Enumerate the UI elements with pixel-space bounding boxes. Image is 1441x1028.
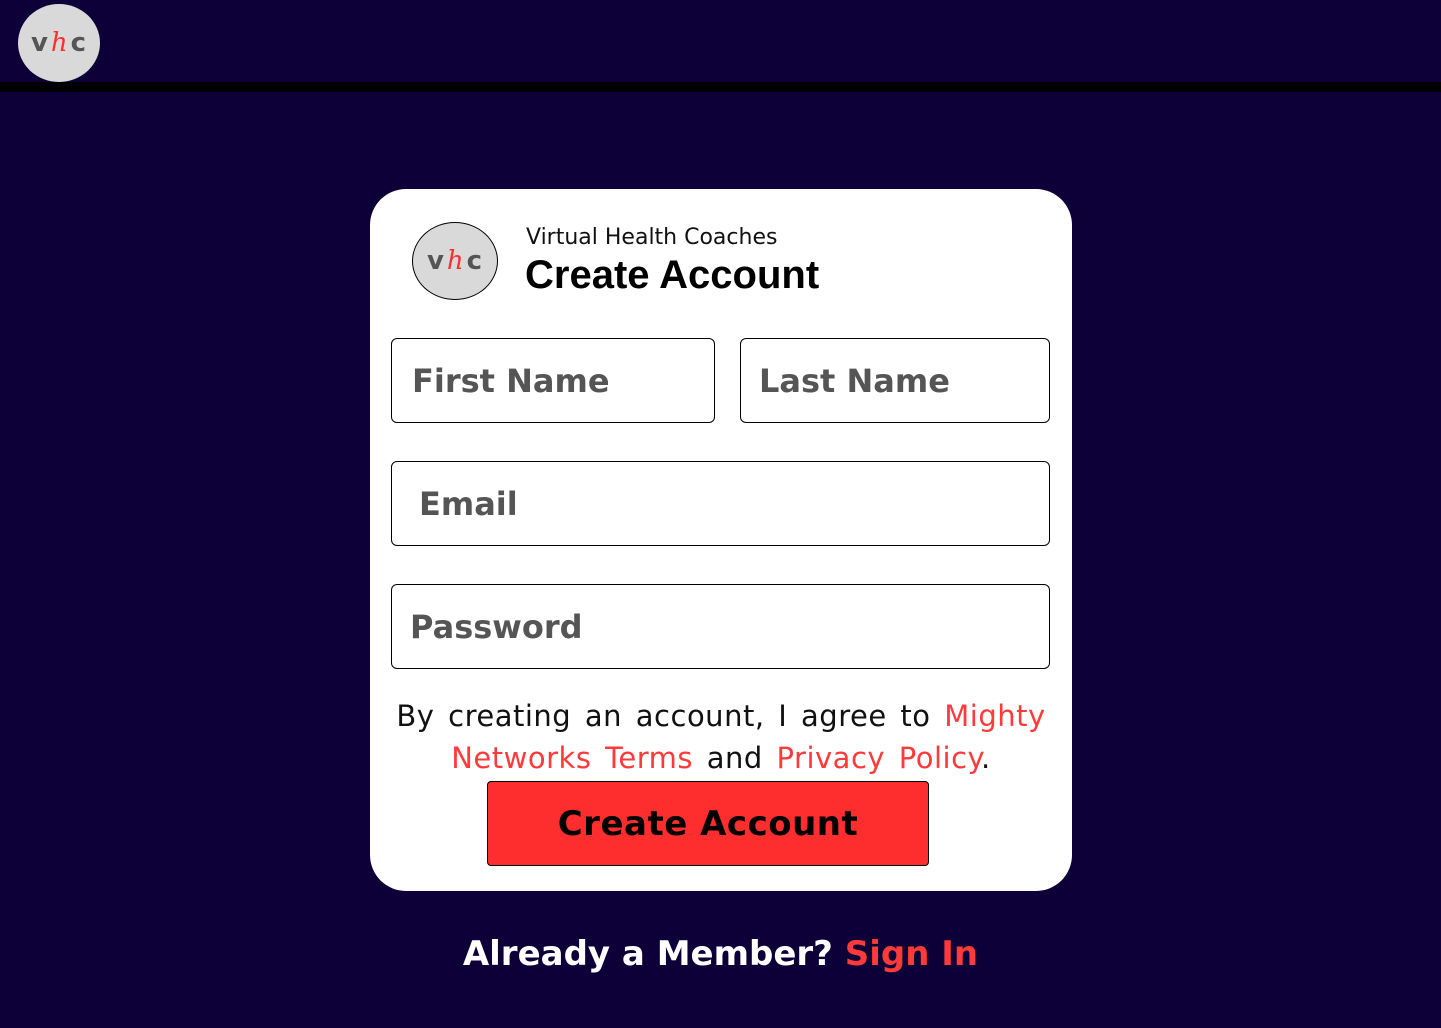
- member-prompt-text: Already a Member?: [462, 934, 845, 974]
- create-account-button-label: Create Account: [557, 803, 859, 844]
- sign-in-prompt: Already a Member? Sign In: [0, 934, 1441, 974]
- brand-name: Virtual Health Coaches: [526, 225, 778, 250]
- email-placeholder: Email: [419, 484, 518, 523]
- terms-notice: By creating an account, I agree to Might…: [384, 695, 1058, 779]
- password-placeholder: Password: [410, 607, 583, 646]
- first-name-placeholder: First Name: [412, 361, 610, 400]
- logo-letter-v: v: [30, 28, 49, 58]
- terms-conjunction: and: [693, 741, 777, 775]
- top-bar-divider: [0, 82, 1441, 92]
- logo-letter-v: v: [426, 246, 445, 276]
- logo-letter-h: h: [446, 246, 465, 276]
- vhc-logo[interactable]: vhc: [18, 4, 100, 82]
- last-name-placeholder: Last Name: [759, 361, 950, 400]
- privacy-policy-link[interactable]: Privacy Policy: [777, 741, 982, 775]
- sign-in-link[interactable]: Sign In: [845, 934, 978, 974]
- logo-letter-c: c: [466, 246, 484, 276]
- password-field[interactable]: Password: [391, 584, 1050, 669]
- first-name-field[interactable]: First Name: [391, 338, 715, 423]
- terms-prefix: By creating an account, I agree to: [396, 699, 945, 733]
- last-name-field[interactable]: Last Name: [740, 338, 1050, 423]
- logo-letter-h: h: [50, 28, 69, 58]
- page-title: Create Account: [525, 253, 820, 297]
- create-account-card: vhc Virtual Health Coaches Create Accoun…: [370, 189, 1072, 891]
- top-bar: vhc: [0, 0, 1441, 82]
- email-field[interactable]: Email: [391, 461, 1050, 546]
- card-logo: vhc: [412, 222, 498, 300]
- create-account-button[interactable]: Create Account: [487, 781, 929, 866]
- terms-suffix: .: [981, 741, 991, 775]
- logo-letter-c: c: [70, 28, 88, 58]
